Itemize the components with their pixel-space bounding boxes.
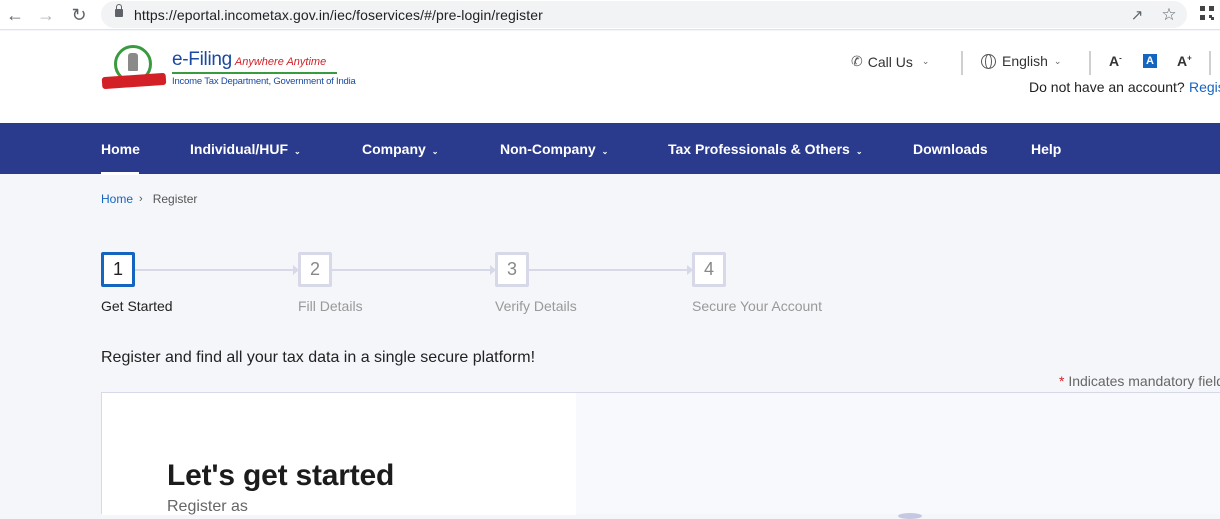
breadcrumb-home[interactable]: Home — [101, 192, 133, 206]
nav-home[interactable]: Home — [101, 141, 140, 175]
chevron-down-icon: ⌄ — [431, 147, 439, 156]
brand-tagline: Anywhere Anytime — [234, 56, 327, 68]
main-navigation: Home Individual/HUF ⌄ Company ⌄ Non-Compan… — [0, 123, 1220, 175]
font-increase-label: A — [1177, 53, 1188, 69]
chevron-down-icon: ⌄ — [294, 147, 301, 156]
nav-company-label: Company — [362, 141, 426, 157]
chevron-right-icon: › — [139, 193, 143, 205]
call-us-dropdown[interactable]: ✆ Call Us ⌄ — [851, 53, 929, 70]
chevron-down-icon: ⌄ — [855, 147, 863, 156]
step-2-indicator: 2 — [298, 252, 332, 287]
brand-subtitle: Income Tax Department, Government of Ind… — [172, 76, 356, 87]
globe-icon — [981, 53, 996, 69]
language-label: English — [1002, 53, 1048, 69]
step-connector — [529, 265, 693, 275]
income-tax-emblem-logo[interactable] — [101, 45, 167, 91]
font-normal-label: A — [1146, 55, 1154, 67]
language-dropdown[interactable]: English ⌄ — [981, 53, 1061, 69]
call-us-label: Call Us — [867, 53, 913, 70]
brand-name: e-Filing — [172, 49, 232, 70]
qr-code-icon[interactable] — [1200, 6, 1214, 20]
nav-help[interactable]: Help — [1031, 141, 1061, 157]
nav-non-company-label: Non-Company — [500, 141, 596, 157]
font-decrease-label: A — [1109, 53, 1120, 69]
card-title: Let's get started — [167, 459, 395, 492]
brand-underline — [172, 72, 337, 74]
phone-icon: ✆ — [851, 53, 863, 69]
mandatory-note-text: Indicates mandatory fields — [1068, 373, 1220, 389]
register-as-label: Register as — [167, 498, 248, 515]
step-connector — [135, 265, 299, 275]
step-2-label: Fill Details — [298, 298, 363, 314]
register-card: Let's get started Register as — [101, 392, 1220, 519]
step-3-label: Verify Details — [495, 298, 577, 314]
step-1-indicator: 1 — [101, 252, 135, 287]
font-normal-button[interactable]: A — [1143, 54, 1157, 68]
step-3-indicator: 3 — [495, 252, 529, 287]
site-header: e-Filing Anywhere Anytime Income Tax Depa… — [0, 31, 1220, 123]
browser-toolbar: ← → ↻ https://eportal.incometax.gov.in/i… — [0, 0, 1220, 30]
step-4-label: Secure Your Account — [692, 298, 822, 314]
forward-arrow-icon[interactable]: → — [35, 4, 57, 26]
register-form-panel: Let's get started Register as — [102, 393, 576, 515]
emblem-ribbon — [101, 72, 167, 90]
font-decrease-button[interactable]: A- — [1109, 53, 1122, 69]
nav-home-label: Home — [101, 141, 140, 157]
chevron-down-icon: ⌄ — [921, 56, 930, 66]
account-prompt: Do not have an account? — [1029, 79, 1185, 95]
nav-help-label: Help — [1031, 141, 1062, 157]
register-link[interactable]: Register — [1189, 79, 1220, 95]
nav-individual-huf-label: Individual/HUF — [190, 141, 288, 157]
nav-individual-huf[interactable]: Individual/HUF ⌄ — [190, 141, 301, 157]
divider — [1209, 51, 1211, 75]
step-connector — [332, 265, 496, 275]
nav-non-company[interactable]: Non-Company ⌄ — [500, 141, 608, 157]
share-icon[interactable]: ↗ — [1127, 5, 1147, 25]
divider — [961, 51, 963, 75]
nav-company[interactable]: Company ⌄ — [362, 141, 439, 157]
nav-downloads-label: Downloads — [913, 141, 988, 157]
divider — [1089, 51, 1091, 75]
nav-downloads[interactable]: Downloads — [913, 141, 988, 157]
mandatory-note: * Indicates mandatory fields — [1059, 373, 1220, 389]
intro-text: Register and find all your tax data in a… — [101, 349, 536, 366]
breadcrumb: Home › Register — [101, 192, 197, 206]
step-4-indicator: 4 — [692, 252, 726, 287]
bookmark-star-icon[interactable]: ☆ — [1159, 5, 1179, 25]
chevron-down-icon: ⌄ — [601, 147, 609, 156]
nav-tax-professionals[interactable]: Tax Professionals & Others ⌄ — [668, 141, 863, 157]
chevron-down-icon: ⌄ — [1053, 55, 1062, 66]
reload-icon[interactable]: ↻ — [68, 4, 90, 26]
step-1-label: Get Started — [101, 298, 173, 314]
breadcrumb-current: Register — [152, 192, 198, 206]
ashoka-pillar-icon — [128, 53, 138, 71]
nav-tax-professionals-label: Tax Professionals & Others — [668, 141, 850, 157]
back-arrow-icon[interactable]: ← — [4, 4, 26, 26]
address-bar[interactable]: https://eportal.incometax.gov.in/iec/fos… — [101, 1, 1187, 28]
font-increase-button[interactable]: A+ — [1177, 53, 1192, 69]
url-text[interactable]: https://eportal.incometax.gov.in/iec/fos… — [134, 7, 543, 23]
required-asterisk: * — [1059, 373, 1065, 389]
lock-icon[interactable] — [115, 4, 123, 17]
efiling-logo[interactable]: e-Filing Anywhere Anytime — [172, 49, 326, 71]
